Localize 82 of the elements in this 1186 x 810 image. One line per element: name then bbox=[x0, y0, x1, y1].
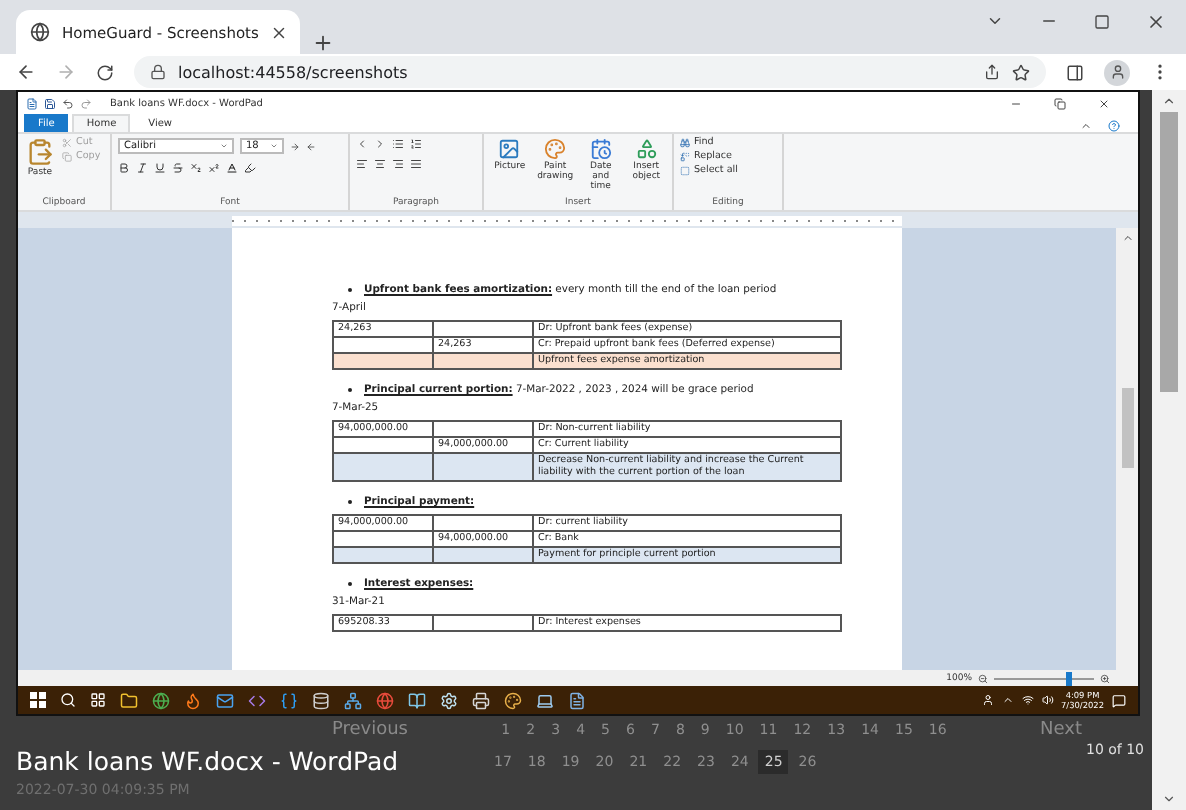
document-icon[interactable] bbox=[568, 691, 586, 709]
copy-icon bbox=[62, 152, 72, 162]
network-icon[interactable] bbox=[344, 691, 362, 709]
font-color-icon[interactable] bbox=[226, 162, 238, 174]
zoom-in-icon[interactable] bbox=[1100, 673, 1110, 683]
globe-icon bbox=[30, 22, 50, 42]
table-cell bbox=[333, 453, 433, 481]
new-tab-icon[interactable] bbox=[312, 32, 334, 54]
code-icon[interactable] bbox=[248, 691, 266, 709]
printer-icon[interactable] bbox=[472, 691, 490, 709]
search-icon[interactable] bbox=[60, 692, 76, 708]
notification-icon[interactable] bbox=[1112, 693, 1126, 707]
globe-icon[interactable] bbox=[376, 691, 394, 709]
close-icon[interactable] bbox=[1146, 11, 1166, 31]
chevron-up-icon[interactable] bbox=[1001, 694, 1014, 706]
calendar-clock-icon bbox=[589, 138, 612, 160]
windows-logo-icon[interactable] bbox=[30, 692, 46, 708]
scroll-down-icon[interactable] bbox=[1162, 792, 1176, 806]
collapse-ribbon-icon[interactable] bbox=[1080, 120, 1092, 132]
align-center-icon[interactable] bbox=[374, 158, 386, 170]
redo-icon[interactable] bbox=[80, 97, 92, 109]
screenshot-caption: Bank loans WF.docx - WordPad bbox=[16, 746, 401, 778]
close-icon[interactable] bbox=[1098, 97, 1110, 109]
shapes-icon bbox=[635, 138, 658, 160]
braces-icon[interactable] bbox=[280, 691, 298, 709]
side-panel-icon[interactable] bbox=[1066, 63, 1084, 81]
maximize-icon[interactable] bbox=[1094, 13, 1110, 29]
speaker-icon[interactable] bbox=[1041, 694, 1054, 706]
scissors-icon bbox=[62, 138, 72, 148]
wifi-icon[interactable] bbox=[1021, 694, 1034, 706]
chevron-down-icon[interactable] bbox=[986, 12, 1004, 30]
align-right-icon[interactable] bbox=[392, 158, 404, 170]
scrollbar-thumb[interactable] bbox=[1160, 112, 1178, 392]
person-icon bbox=[1109, 64, 1125, 80]
bold-icon[interactable] bbox=[118, 162, 130, 174]
share-icon[interactable] bbox=[984, 64, 1000, 80]
align-left-icon[interactable] bbox=[356, 158, 368, 170]
replace-icon bbox=[680, 152, 690, 162]
palette-icon bbox=[544, 138, 567, 160]
database-icon[interactable] bbox=[312, 691, 330, 709]
binoculars-icon bbox=[680, 138, 690, 148]
task-view-icon[interactable] bbox=[90, 692, 106, 708]
italic-icon[interactable] bbox=[136, 162, 148, 174]
reload-icon[interactable] bbox=[96, 63, 114, 81]
table-cell bbox=[433, 615, 533, 631]
picture-icon bbox=[498, 138, 521, 160]
document-icon bbox=[26, 97, 38, 109]
justify-icon[interactable] bbox=[410, 158, 422, 170]
strikethrough-icon[interactable] bbox=[172, 162, 184, 174]
previous-link[interactable]: Previous bbox=[331, 719, 408, 739]
table-cell bbox=[433, 453, 533, 481]
undo-icon[interactable] bbox=[62, 97, 74, 109]
gear-icon[interactable] bbox=[440, 691, 458, 709]
highlighter-icon[interactable] bbox=[244, 162, 256, 174]
clipboard-icon bbox=[26, 138, 54, 166]
scrollbar-thumb[interactable] bbox=[1121, 388, 1133, 468]
lock-icon bbox=[150, 64, 166, 80]
zoom-thumb[interactable] bbox=[1066, 671, 1072, 685]
folder-icon[interactable] bbox=[120, 691, 138, 709]
laptop-icon[interactable] bbox=[536, 691, 554, 709]
flame-icon[interactable] bbox=[184, 691, 202, 709]
superscript-icon[interactable] bbox=[208, 162, 220, 174]
underline-icon[interactable] bbox=[154, 162, 166, 174]
close-tab-icon[interactable] bbox=[270, 23, 289, 41]
palette-icon[interactable] bbox=[504, 691, 522, 709]
mail-icon[interactable] bbox=[216, 691, 234, 709]
bullet-list-icon[interactable] bbox=[392, 138, 404, 150]
minimize-icon[interactable] bbox=[1010, 97, 1022, 109]
subscript-icon[interactable] bbox=[190, 162, 202, 174]
help-icon[interactable] bbox=[1108, 120, 1120, 132]
book-icon[interactable] bbox=[408, 691, 426, 709]
restore-icon[interactable] bbox=[1054, 97, 1066, 109]
next-link[interactable]: Next bbox=[1040, 719, 1082, 739]
back-icon[interactable] bbox=[16, 62, 36, 82]
globe-icon[interactable] bbox=[152, 691, 170, 709]
save-icon[interactable] bbox=[44, 97, 56, 109]
person-icon[interactable] bbox=[981, 694, 994, 706]
zoom-out-icon[interactable] bbox=[978, 673, 988, 683]
address-bar[interactable]: localhost:44558/screenshots bbox=[134, 56, 1046, 88]
star-icon[interactable] bbox=[1012, 63, 1030, 81]
profile-avatar[interactable] bbox=[1104, 59, 1130, 85]
scroll-up-icon[interactable] bbox=[1162, 94, 1176, 108]
